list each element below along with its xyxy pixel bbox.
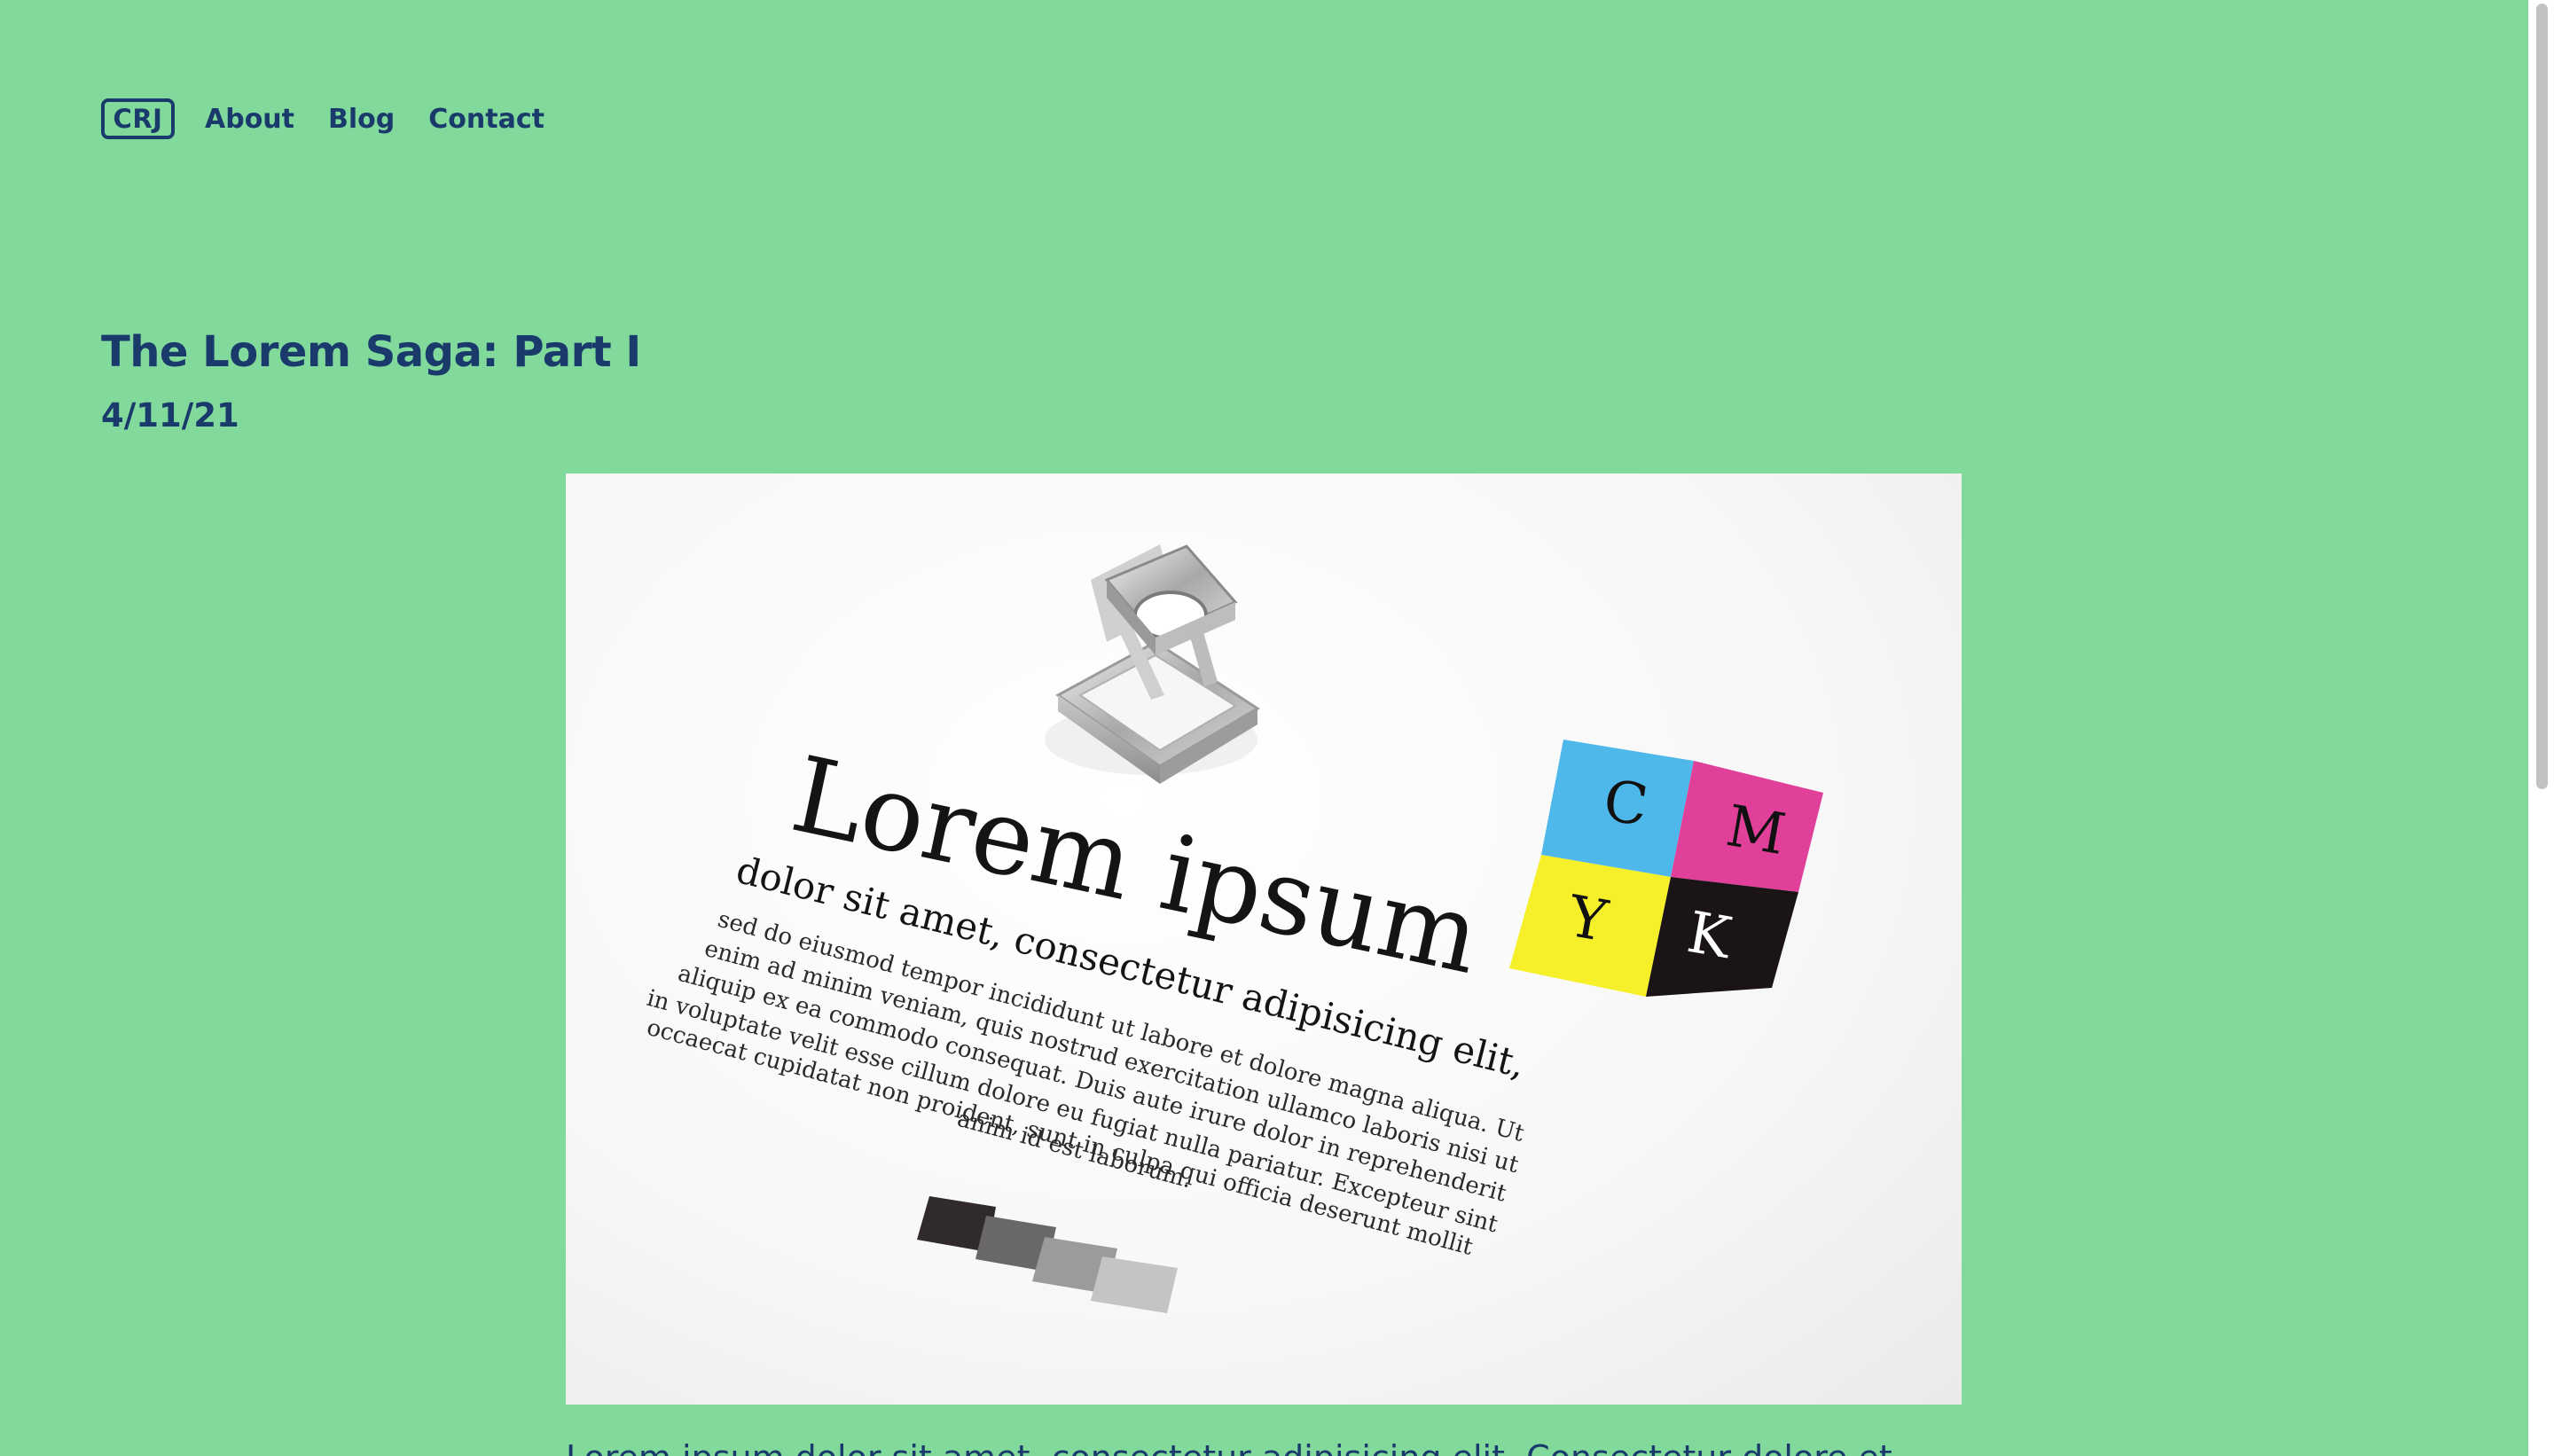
post-date: 4/11/21: [101, 396, 239, 434]
hero-image: C M Y K Lorem ipsum dolor sit amet, cons…: [566, 474, 1962, 1405]
nav-link-blog[interactable]: Blog: [328, 104, 395, 135]
top-nav: CRJ About Blog Contact: [101, 96, 544, 142]
nav-link-about[interactable]: About: [205, 104, 294, 135]
hero-image-illustration: C M Y K Lorem ipsum dolor sit amet, cons…: [644, 544, 1823, 1313]
scrollbar-thumb[interactable]: [2536, 4, 2548, 789]
post-title: The Lorem Saga: Part I: [101, 327, 641, 377]
site-logo[interactable]: CRJ: [101, 98, 175, 139]
loupe-icon: [1045, 544, 1260, 784]
cyan-letter: C: [1600, 769, 1652, 840]
grayscale-swatches: [917, 1196, 1178, 1313]
post-body-text: Lorem ipsum dolor sit amet, consectetur …: [566, 1435, 1924, 1456]
magenta-letter: M: [1721, 794, 1790, 868]
nav-link-contact[interactable]: Contact: [428, 104, 544, 135]
page-scrollbar[interactable]: [2528, 0, 2554, 1456]
cmyk-swatch-group: C M Y K: [1509, 740, 1823, 997]
